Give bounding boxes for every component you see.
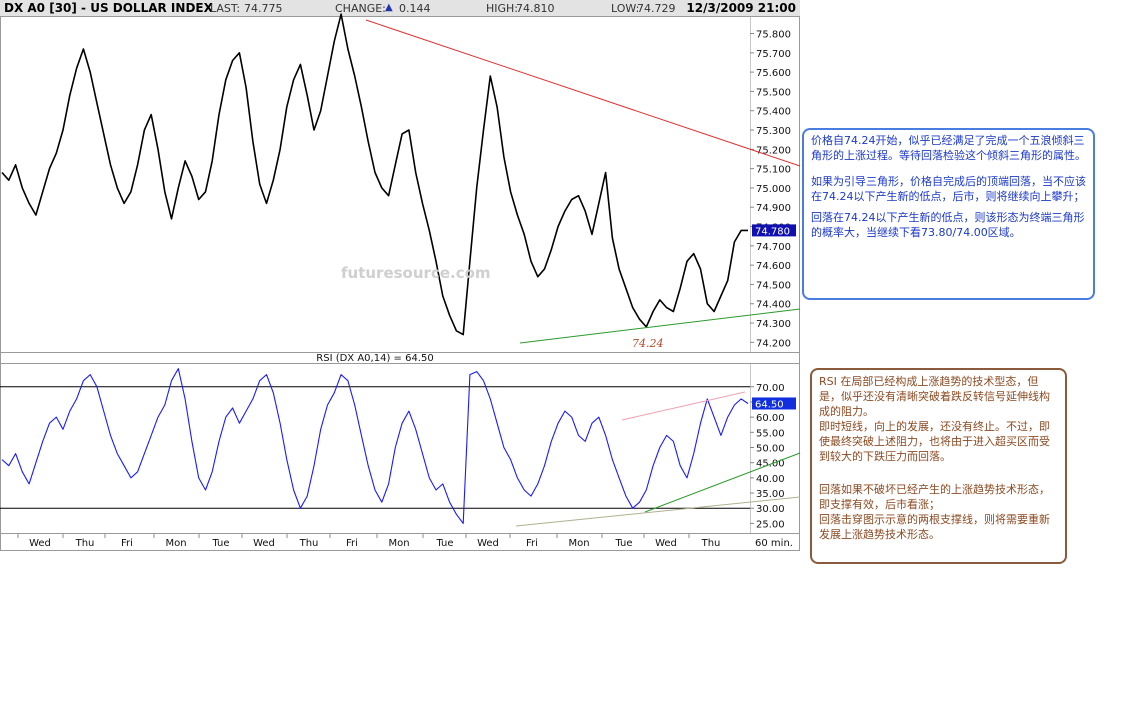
rsi-tick-label: 30.00: [756, 504, 785, 515]
rsi-tick-label: 40.00: [756, 474, 785, 485]
rsi-tick-label: 55.00: [756, 428, 785, 439]
rsi-panel: RSI (DX A0,14) = 64.5070.0065.0060.0055.…: [0, 353, 800, 533]
price-tick-label: 74.500: [756, 280, 791, 291]
price-tick-label: 74.900: [756, 203, 791, 214]
x-tick-label: Tue: [435, 538, 453, 549]
chart-frame: [0, 16, 800, 551]
x-tick-label: Wed: [655, 538, 677, 549]
x-tick-label: Tue: [211, 538, 229, 549]
annotation-box-price: 价格自74.24开始，似乎已经满足了完成一个五浪倾斜三角形的上涨过程。等待回落检…: [802, 128, 1095, 300]
x-tick-label: Thu: [75, 538, 95, 549]
price-current-label: 74.780: [755, 226, 790, 237]
price-tick-label: 75.600: [756, 68, 791, 79]
low-price-annotation: 74.24: [632, 337, 664, 350]
annotation-text: 回落如果不破坏已经产生的上涨趋势技术形态，即支撑有效，后市看涨；: [819, 483, 1050, 511]
x-tick-label: Fri: [526, 538, 538, 549]
rsi-tick-label: 25.00: [756, 519, 785, 530]
price-tick-label: 75.500: [756, 87, 791, 98]
price-tick-label: 74.200: [756, 338, 791, 349]
x-tick-label: Wed: [253, 538, 275, 549]
resistance-trendline: [365, 19, 801, 167]
watermark-logo: futuresource.com: [341, 264, 491, 282]
price-tick-label: 75.700: [756, 49, 791, 60]
price-tick-label: 74.600: [756, 261, 791, 272]
annotation-text: RSI 在局部已经构成上涨趋势的技术型态，但是，似乎还没有清晰突破着跌反转信号延…: [819, 375, 1050, 418]
x-tick-label: Mon: [165, 538, 186, 549]
price-tick-label: 75.800: [756, 30, 791, 41]
annotation-text: 价格自74.24开始，似乎已经满足了完成一个五浪倾斜三角形的上涨过程。等待回落检…: [811, 134, 1086, 162]
price-tick-label: 75.100: [756, 165, 791, 176]
x-tick-label: 60 min.: [755, 538, 793, 549]
rsi-resistance-trendline: [621, 391, 746, 421]
x-axis: Wed Thu Fri Mon Tue Wed Thu Fri Mon Tue Wed Fri Mon T…: [0, 533, 800, 549]
chart-root: DX A0 [30] - US DOLLAR INDEX LAST: 74.77…: [0, 0, 1134, 701]
rsi-tick-label: 70.00: [756, 383, 785, 394]
price-tick-label: 74.700: [756, 242, 791, 253]
annotation-box-rsi: RSI 在局部已经构成上涨趋势的技术型态，但是，似乎还没有清晰突破着跌反转信号延…: [810, 368, 1067, 564]
price-tick-label: 75.400: [756, 107, 791, 118]
x-tick-label: Mon: [568, 538, 589, 549]
x-tick-label: Thu: [701, 538, 721, 549]
x-tick-label: Wed: [477, 538, 499, 549]
rsi-tick-label: 50.00: [756, 444, 785, 455]
price-tick-label: 75.200: [756, 145, 791, 156]
rsi-current-label: 64.50: [755, 399, 784, 410]
annotation-text: 如果为引导三角形，价格自完成后的顶端回落，当不应该在74.24以下产生新的低点，…: [811, 175, 1086, 203]
price-line: [1, 13, 748, 336]
x-tick-label: Fri: [121, 538, 133, 549]
x-tick-label: Mon: [388, 538, 409, 549]
price-panel: 75.800 75.700 75.600 75.500 75.400 75.300 75.2…: [0, 13, 800, 353]
annotation-text: 回落在74.24以下产生新的低点，则该形态为终端三角形的概率大，当继续下看73.…: [811, 211, 1085, 239]
x-tick-label: Wed: [29, 538, 51, 549]
x-tick-label: Thu: [299, 538, 319, 549]
x-tick-label: Tue: [614, 538, 632, 549]
price-tick-label: 74.300: [756, 319, 791, 330]
x-tick-label: Fri: [346, 538, 358, 549]
rsi-tick-label: 60.00: [756, 413, 785, 424]
rsi-tick-label: 35.00: [756, 489, 785, 500]
annotation-text: 回落击穿图示示意的两根支撑线，则将需要重新发展上涨趋势技术形态。: [819, 513, 1050, 541]
chart-svg: 75.800 75.700 75.600 75.500 75.400 75.300 75.2…: [0, 13, 801, 551]
price-tick-label: 75.000: [756, 184, 791, 195]
rsi-line: [1, 368, 749, 524]
annotation-text: 即时短线，向上的发展，还没有终止。不过，即使最终突破上述阻力，也将由于进入超买区…: [819, 420, 1050, 463]
price-tick-label: 75.300: [756, 126, 791, 137]
rsi-title: RSI (DX A0,14) = 64.50: [316, 353, 433, 364]
price-tick-label: 74.400: [756, 300, 791, 311]
